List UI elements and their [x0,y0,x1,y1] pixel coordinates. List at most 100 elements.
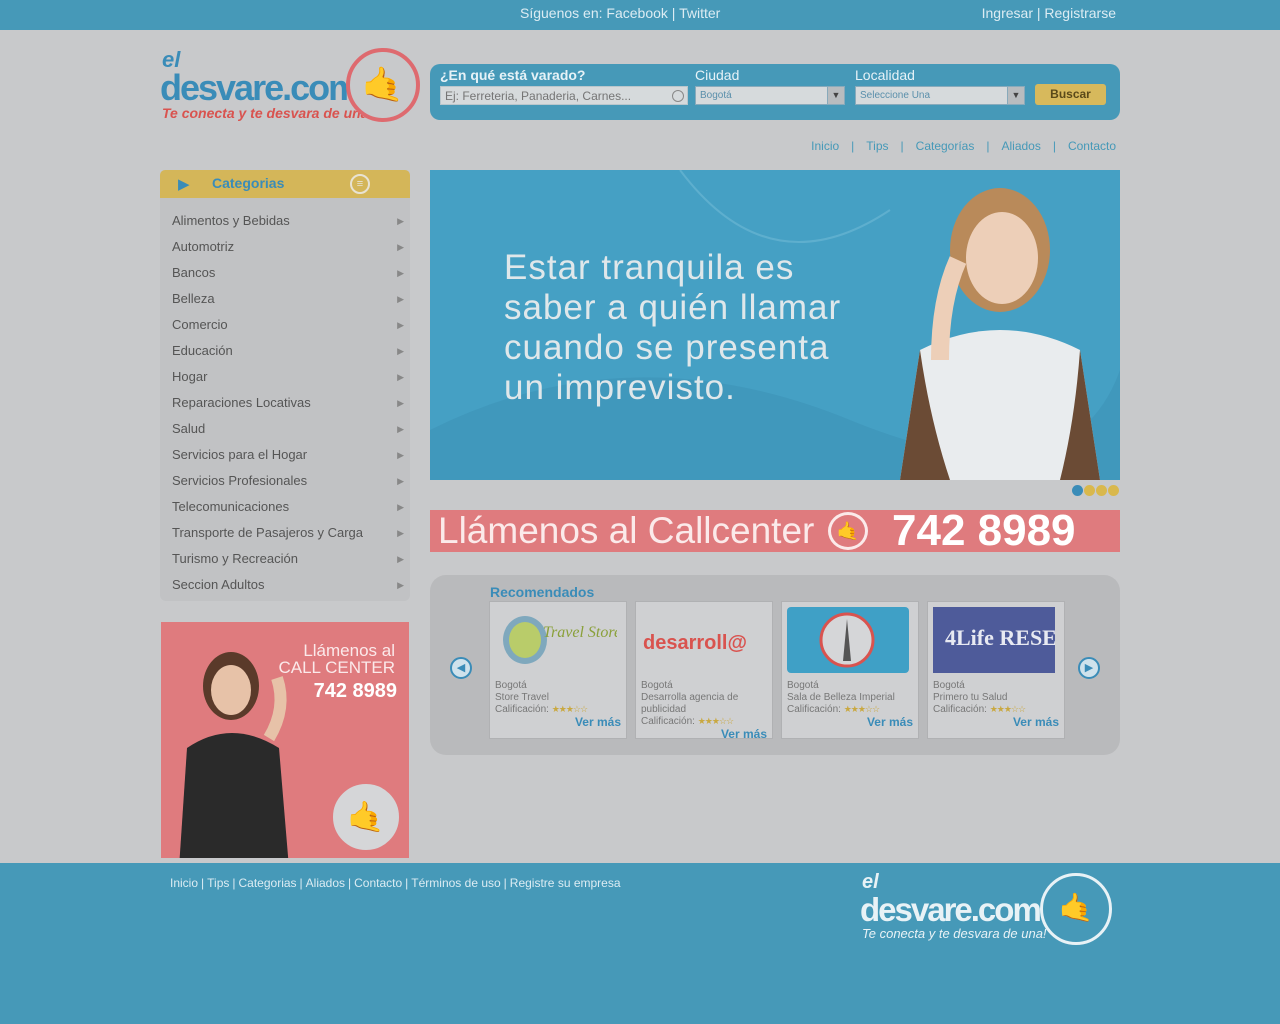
footer-link-registre[interactable]: Registre su empresa [510,876,621,890]
callcenter-bar[interactable]: Llámenos al Callcenter 🤙 742 8989 [430,506,1120,555]
nav-aliados[interactable]: Aliados [1001,139,1040,153]
see-more-link[interactable]: Ver más [721,727,767,741]
category-item[interactable]: Hogar ▶ [160,364,410,390]
footer-separator: | [232,876,236,890]
top-bar: Síguenos en: Facebook | Twitter Ingresar… [0,0,1280,30]
footer-link-contacto[interactable]: Contacto [354,876,402,890]
category-item[interactable]: Comercio ▶ [160,312,410,338]
footer-links: Inicio | Tips | Categorias | Aliados | Contacto |… [170,876,621,890]
footer-link-terminos[interactable]: Términos de uso [411,876,500,890]
social-links: Síguenos en: Facebook | Twitter [520,5,720,21]
rating-label: Calificación: [495,704,549,715]
footer-link-tips[interactable]: Tips [207,876,229,890]
4life-logo-text: 4Life RESEARCH [945,625,1055,650]
category-item[interactable]: Bancos ▶ [160,260,410,286]
search-input[interactable] [440,86,688,105]
chevron-down-icon: ▼ [1007,87,1024,104]
category-item[interactable]: Servicios para el Hogar ▶ [160,442,410,468]
category-label: Servicios Profesionales [172,473,308,488]
recommended-card[interactable]: 4Life RESEARCH Bogotá Primero tu Salud C… [927,601,1065,739]
category-item[interactable]: Automotriz ▶ [160,234,410,260]
category-item[interactable]: Turismo y Recreación ▶ [160,546,410,572]
recommended-title: Recomendados [490,584,595,600]
separator: | [1036,5,1041,21]
search-button[interactable]: Buscar [1035,84,1106,105]
locality-select[interactable]: Seleccione Una ▼ [855,86,1025,105]
clear-icon[interactable] [672,90,684,102]
category-label: Servicios para el Hogar [172,447,308,462]
hero-banner[interactable]: Estar tranquila es saber a quién llamar … [430,170,1120,480]
card-rating: Calificación: ★★★☆☆ [495,704,588,715]
footer-link-aliados[interactable]: Aliados [306,876,345,890]
carousel-dot[interactable] [1084,485,1095,496]
footer-logo[interactable]: el desvare.com Te conecta y te desvara d… [860,871,1120,951]
category-item[interactable]: Seccion Adultos ▶ [160,572,410,598]
carousel-next-button[interactable]: ▶ [1078,657,1100,679]
footer-link-inicio[interactable]: Inicio [170,876,198,890]
carousel-prev-button[interactable]: ◀ [450,657,472,679]
categories-header: ▶ Categorias ≡ [160,170,410,198]
shaka-hand-icon: 🤙 [346,48,420,122]
search-panel: ¿En qué está varado? Ciudad Bogotá ▼ Loc… [430,64,1120,120]
facebook-link[interactable]: Facebook [606,5,667,21]
star-rating-icon: ★★★☆☆ [843,704,880,714]
city-select[interactable]: Bogotá ▼ [695,86,845,105]
logo-text: desvare.com [160,67,360,108]
carousel-dots [1072,483,1120,501]
callbar-number: 742 8989 [892,506,1076,555]
see-more-link[interactable]: Ver más [575,715,621,729]
rating-label: Calificación: [933,704,987,715]
nav-contacto[interactable]: Contacto [1068,139,1116,153]
category-item[interactable]: Servicios Profesionales ▶ [160,468,410,494]
category-item[interactable]: Transporte de Pasajeros y Carga ▶ [160,520,410,546]
recommended-card[interactable]: Bogotá Sala de Belleza Imperial Califica… [781,601,919,739]
banner-line3: cuando se presenta [504,328,830,367]
category-item[interactable]: Alimentos y Bebidas ▶ [160,208,410,234]
recommended-card[interactable]: desarroll@ Bogotá Desarrolla agencia de … [635,601,773,741]
category-label: Transporte de Pasajeros y Carga [172,525,364,540]
chevron-right-icon: ▶ [397,502,404,512]
city-value: Bogotá [700,90,732,101]
recommended-card[interactable]: Travel Store Bogotá Store Travel Calific… [489,601,627,739]
card-city: Bogotá [787,680,819,691]
list-icon: ≡ [350,174,370,194]
banner-line2: saber a quién llamar [504,288,842,327]
side-ad-number: 742 8989 [313,680,397,702]
locality-label: Localidad [855,67,915,83]
footer: Inicio | Tips | Categorias | Aliados | Contacto |… [0,863,1280,1024]
nav-inicio[interactable]: Inicio [811,139,839,153]
card-city: Bogotá [495,680,527,691]
card-name: Sala de Belleza Imperial [787,692,895,703]
category-item[interactable]: Reparaciones Locativas ▶ [160,390,410,416]
carousel-dot[interactable] [1108,485,1119,496]
chevron-right-icon: ▶ [397,372,404,382]
chevron-right-icon: ▶ [397,268,404,278]
see-more-link[interactable]: Ver más [867,715,913,729]
category-item[interactable]: Belleza ▶ [160,286,410,312]
category-label: Telecomunicaciones [172,499,290,514]
register-link[interactable]: Registrarse [1044,5,1116,21]
main-nav: Inicio | Tips | Categorías | Aliados | Contacto [811,139,1116,153]
nav-tips[interactable]: Tips [866,139,888,153]
see-more-link[interactable]: Ver más [1013,715,1059,729]
locality-value: Seleccione Una [860,90,931,101]
category-item[interactable]: Telecomunicaciones ▶ [160,494,410,520]
carousel-dot[interactable] [1096,485,1107,496]
card-name: Primero tu Salud [933,692,1008,703]
footer-link-categorias[interactable]: Categorias [239,876,297,890]
nav-categorias[interactable]: Categorías [916,139,975,153]
category-label: Educación [172,343,233,358]
twitter-link[interactable]: Twitter [679,5,720,21]
category-item[interactable]: Salud ▶ [160,416,410,442]
card-city: Bogotá [641,680,673,691]
side-ad-line2: CALL CENTER [278,658,395,677]
carousel-dot[interactable] [1072,485,1083,496]
site-logo[interactable]: el desvare.com Te conecta y te desvara d… [160,45,422,130]
card-rating: Calificación: ★★★☆☆ [787,704,880,715]
callcenter-side-ad[interactable]: Llámenos al CALL CENTER 742 8989 🤙 [161,622,409,858]
follow-label: Síguenos en: [520,5,603,21]
chevron-right-icon: ▶ [397,476,404,486]
login-link[interactable]: Ingresar [982,5,1033,21]
category-item[interactable]: Educación ▶ [160,338,410,364]
desarrolla-logo: desarroll@ [641,607,763,673]
